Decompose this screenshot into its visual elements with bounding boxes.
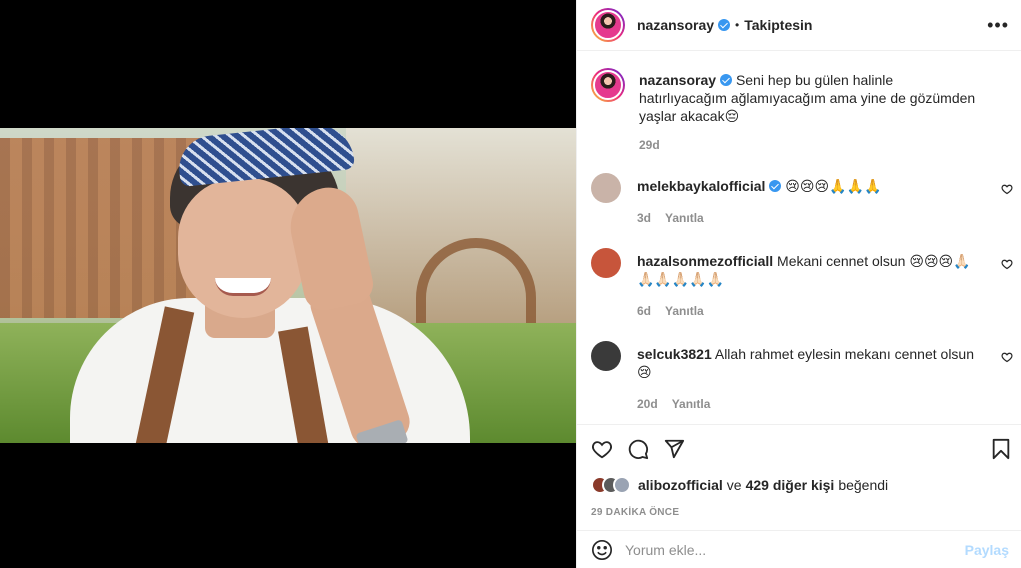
post-actions: alibozofficial ve 429 diğer kişi beğendi… <box>577 424 1021 529</box>
comment-body: melekbaykalofficial 😢😢😢🙏🙏🙏 3d Yanıtla <box>637 171 977 227</box>
caption-meta: 29d <box>639 138 979 152</box>
comment-row: selcuk3821 Allah rahmet eylesin mekanı c… <box>577 339 1021 413</box>
post-media[interactable] <box>0 0 576 568</box>
caption-age[interactable]: 29d <box>639 138 660 152</box>
commenter-username[interactable]: hazalsonmezofficiall <box>637 253 773 269</box>
caption-body: nazansoray Seni hep bu gülen halinle hat… <box>639 68 979 152</box>
post-modal: nazansoray • Takiptesin ••• nazansoray S… <box>0 0 1021 568</box>
paper-plane-icon[interactable] <box>663 438 685 460</box>
comments-list[interactable]: nazansoray Seni hep bu gülen halinle hat… <box>577 52 1021 424</box>
comment-icon[interactable] <box>627 438 649 460</box>
comment-body: hazalsonmezofficiall Mekani cennet olsun… <box>637 246 977 320</box>
comment-age[interactable]: 3d <box>637 209 651 227</box>
commenter-username[interactable]: selcuk3821 <box>637 346 712 362</box>
reply-button[interactable]: Yanıtla <box>672 395 711 413</box>
caption-avatar[interactable] <box>591 68 625 102</box>
comment-text: 😢😢😢🙏🙏🙏 <box>785 178 882 194</box>
comment-like-heart-icon[interactable] <box>1001 258 1013 270</box>
comment-row: hazalsonmezofficiall Mekani cennet olsun… <box>577 246 1021 320</box>
post-comment-button[interactable]: Paylaş <box>965 542 1009 558</box>
comment-input[interactable] <box>625 541 965 558</box>
post-header: nazansoray • Takiptesin ••• <box>577 0 1021 51</box>
liker-avatar <box>613 476 631 494</box>
more-options-icon[interactable]: ••• <box>987 16 1009 34</box>
comment-body: selcuk3821 Allah rahmet eylesin mekanı c… <box>637 339 977 413</box>
reply-button[interactable]: Yanıtla <box>665 209 704 227</box>
comment-meta: 20d Yanıtla <box>637 395 977 413</box>
photo-background-fence <box>0 138 200 318</box>
comment-row: melekbaykalofficial 😢😢😢🙏🙏🙏 3d Yanıtla <box>577 171 1021 227</box>
likes-others-link[interactable]: 429 diğer kişi <box>746 477 835 493</box>
comment-like-heart-icon[interactable] <box>1001 351 1013 363</box>
post-timestamp[interactable]: 29 DAKİKA ÖNCE <box>577 497 1021 518</box>
post-photo[interactable] <box>0 128 576 443</box>
verified-badge-icon <box>720 74 733 86</box>
comment-like-heart-icon[interactable] <box>1001 183 1013 195</box>
caption-username[interactable]: nazansoray <box>639 72 716 88</box>
comment-meta: 6d Yanıtla <box>637 302 977 320</box>
likes-suffix: beğendi <box>838 477 889 493</box>
action-icons <box>577 425 1021 473</box>
commenter-avatar[interactable] <box>591 173 621 203</box>
reply-button[interactable]: Yanıtla <box>665 302 704 320</box>
author-username[interactable]: nazansoray <box>637 17 714 33</box>
comment-meta: 3d Yanıtla <box>637 209 977 227</box>
heart-icon[interactable] <box>591 438 613 460</box>
commenter-avatar[interactable] <box>591 341 621 371</box>
liker-avatars[interactable] <box>591 476 631 494</box>
verified-badge-icon <box>769 180 782 192</box>
verified-badge-icon <box>718 19 731 31</box>
bookmark-icon[interactable] <box>991 438 1011 460</box>
likes-connector: ve <box>726 477 742 493</box>
emoji-icon[interactable] <box>591 539 613 561</box>
first-liker[interactable]: alibozofficial <box>638 477 723 493</box>
post-side-panel: nazansoray • Takiptesin ••• nazansoray S… <box>576 0 1021 568</box>
caption: nazansoray Seni hep bu gülen halinle hat… <box>577 52 1021 152</box>
comment-age[interactable]: 6d <box>637 302 651 320</box>
photo-face <box>178 178 308 318</box>
caption-text-block: nazansoray Seni hep bu gülen halinle hat… <box>639 68 979 125</box>
likes-summary: alibozofficial ve 429 diğer kişi beğendi <box>577 473 1021 497</box>
comment-age[interactable]: 20d <box>637 395 658 413</box>
commenter-avatar[interactable] <box>591 248 621 278</box>
author-avatar[interactable] <box>591 8 625 42</box>
follow-status-button[interactable]: Takiptesin <box>744 17 812 33</box>
header-separator: • <box>735 18 740 32</box>
comment-composer: Paylaş <box>577 530 1021 568</box>
commenter-username[interactable]: melekbaykalofficial <box>637 178 765 194</box>
